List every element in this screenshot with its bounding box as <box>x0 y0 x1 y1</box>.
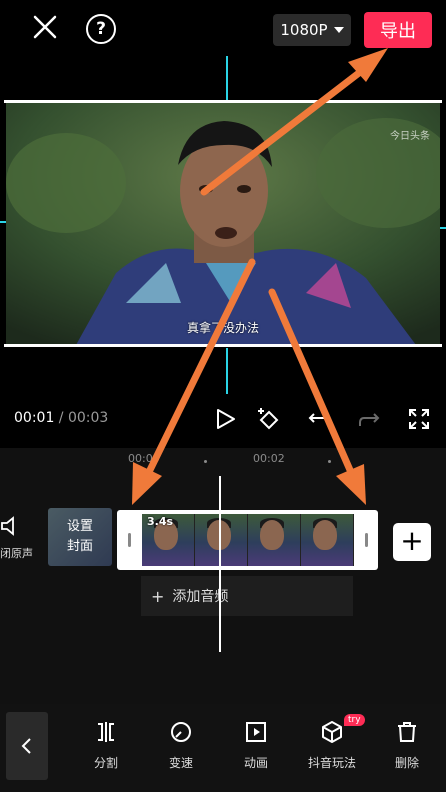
delete-button[interactable]: 删除 <box>377 720 437 771</box>
resolution-dropdown[interactable]: 1080P <box>273 14 351 46</box>
ruler-tick <box>328 460 331 463</box>
chevron-down-icon <box>333 27 344 33</box>
time-separator: / <box>54 410 68 426</box>
back-button[interactable] <box>6 712 48 780</box>
trash-icon <box>398 722 416 742</box>
chevron-left-icon <box>21 738 31 754</box>
guide-line <box>226 56 228 102</box>
subtitle-text: 真拿了没办法 <box>186 321 259 335</box>
video-preview[interactable]: 今日头条 真拿了没办法 <box>6 103 440 345</box>
clip-thumbnail <box>248 514 301 566</box>
add-audio-button[interactable]: + 添加音频 <box>141 576 353 616</box>
try-badge: try <box>344 714 365 726</box>
ruler-label: 00:02 <box>253 452 285 465</box>
clip-duration: 3.4s <box>147 515 174 528</box>
douyin-play-label: 抖音玩法 <box>307 756 356 770</box>
clip-trim-handle-left[interactable] <box>128 533 131 547</box>
fullscreen-icon[interactable] <box>406 406 432 432</box>
cover-label-line2: 封面 <box>66 539 93 554</box>
export-button[interactable]: 导出 <box>364 12 432 48</box>
cover-label-line1: 设置 <box>66 519 93 534</box>
close-icon[interactable] <box>30 12 60 42</box>
guide-line <box>226 348 228 394</box>
help-icon[interactable]: ? <box>86 14 116 44</box>
clip-trim-handle-right[interactable] <box>365 533 368 547</box>
undo-icon[interactable] <box>306 406 332 432</box>
delete-label: 删除 <box>394 756 419 770</box>
set-cover-button[interactable]: 设置 封面 <box>48 508 112 566</box>
speed-icon <box>171 722 191 742</box>
mute-original-label[interactable]: 闭原声 <box>0 545 33 561</box>
add-clip-button[interactable]: + <box>393 523 431 561</box>
speaker-icon[interactable] <box>0 515 18 537</box>
keyframe-add-icon[interactable] <box>256 406 282 432</box>
watermark: 今日头条 <box>390 131 430 142</box>
preview-border <box>4 344 442 347</box>
redo-icon[interactable] <box>356 406 382 432</box>
plus-icon: + <box>151 586 165 606</box>
total-time: 00:03 <box>67 410 109 426</box>
douyin-play-button[interactable]: 抖音玩法 <box>302 720 362 771</box>
split-label: 分割 <box>93 756 118 770</box>
clip-thumbnails <box>142 514 354 566</box>
animation-label: 动画 <box>243 756 268 770</box>
animation-icon <box>246 722 266 742</box>
play-icon[interactable] <box>212 406 238 432</box>
clip-thumbnail <box>195 514 248 566</box>
cube-icon <box>322 721 342 743</box>
ruler-tick <box>204 460 207 463</box>
split-button[interactable]: 分割 <box>76 720 136 771</box>
time-readout: 00:01 / 00:03 <box>14 410 108 426</box>
current-time: 00:01 <box>14 410 55 426</box>
clip-thumbnail <box>301 514 354 566</box>
video-frame-image <box>6 103 440 345</box>
speed-button[interactable]: 变速 <box>151 720 211 771</box>
playhead[interactable] <box>219 476 221 652</box>
split-icon <box>98 722 114 742</box>
speed-label: 变速 <box>168 756 193 770</box>
animation-button[interactable]: 动画 <box>226 720 286 771</box>
ruler-label: 00:00 <box>128 452 160 465</box>
resolution-value: 1080P <box>280 21 328 39</box>
